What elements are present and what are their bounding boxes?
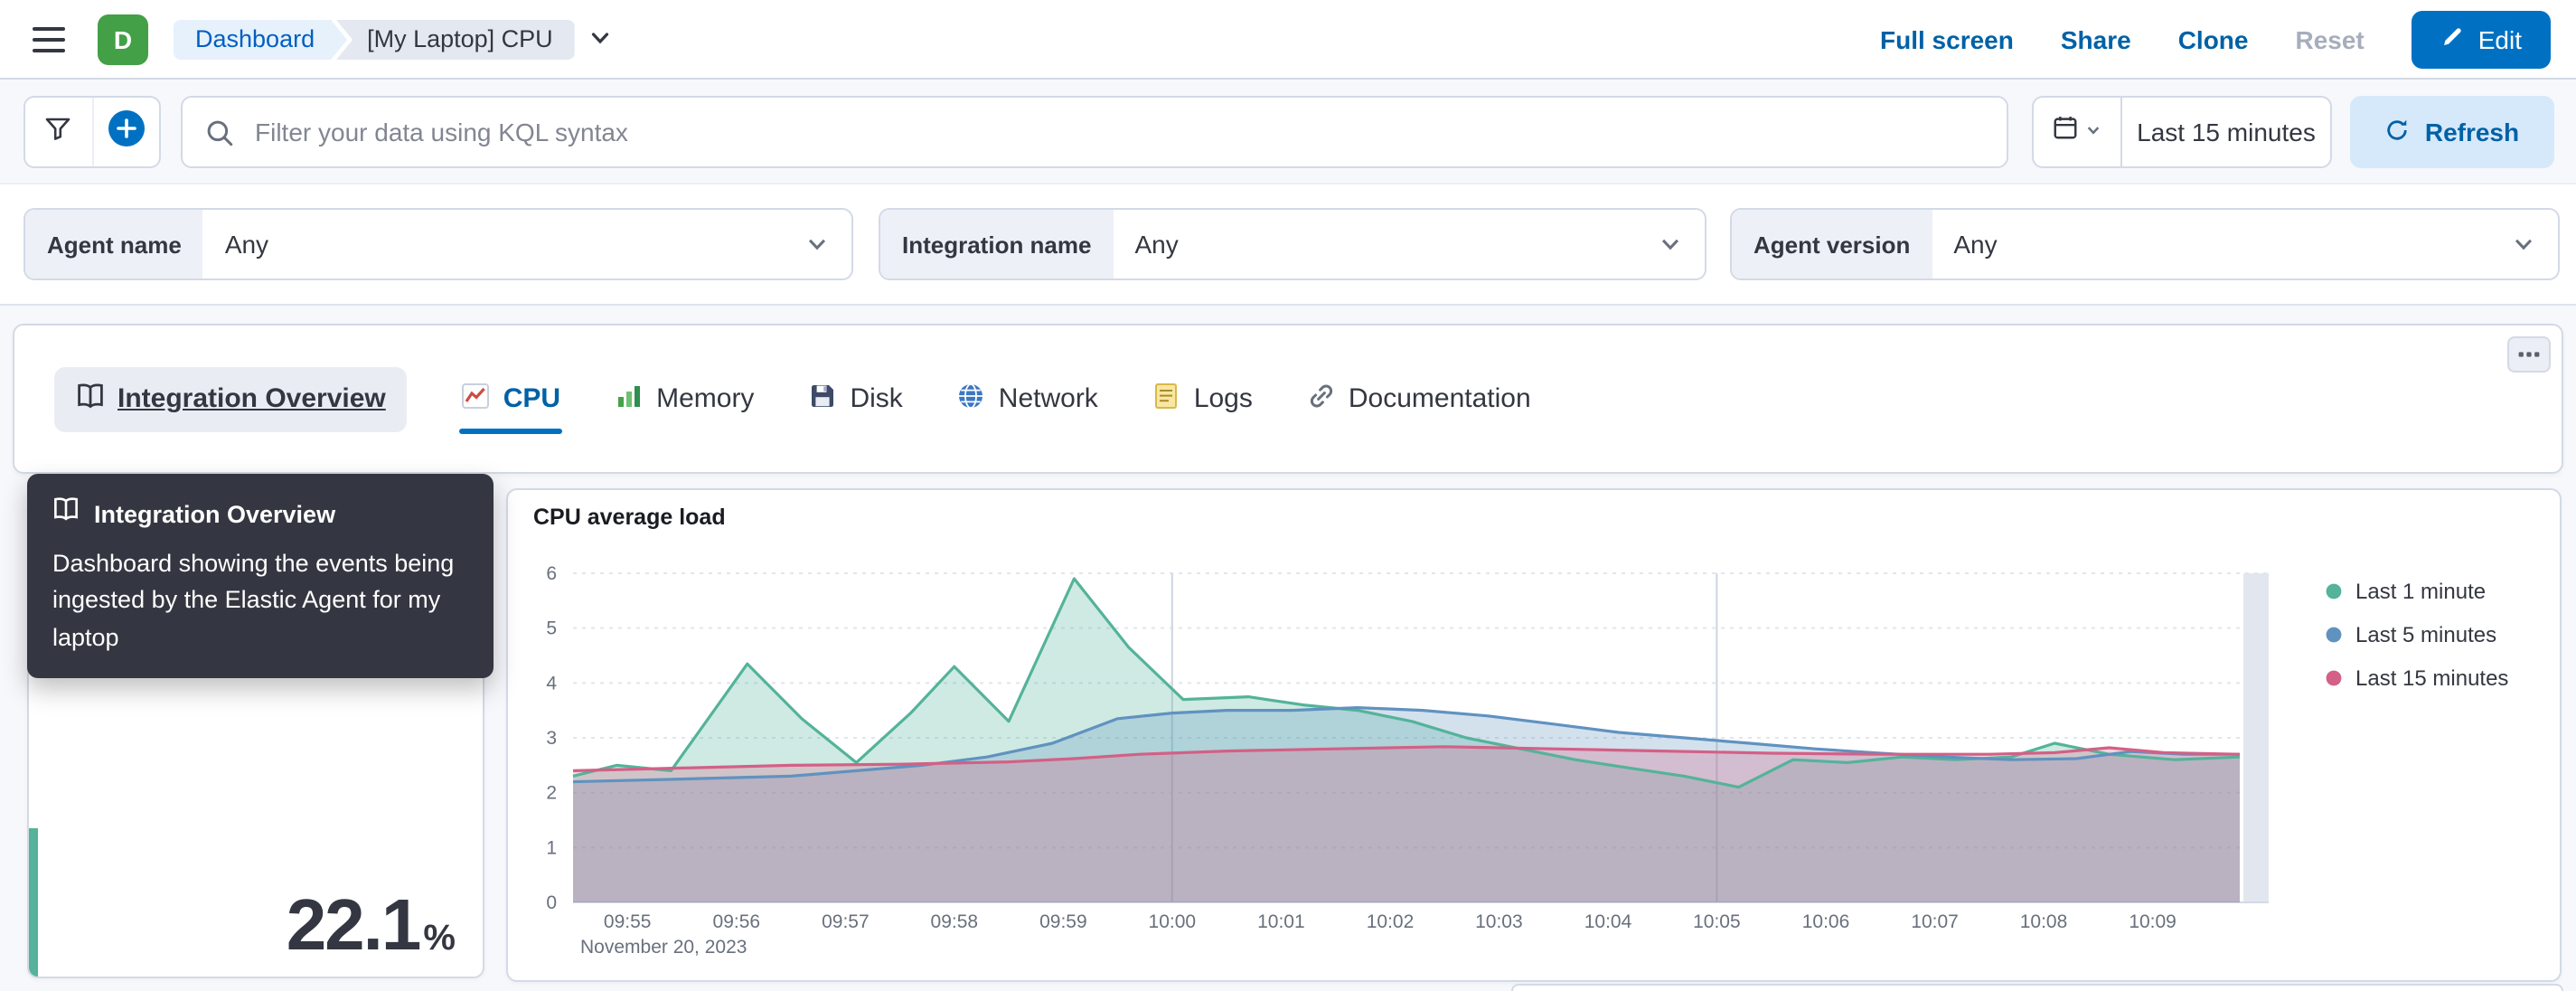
notepad-icon	[1152, 381, 1181, 417]
bar-chart-icon	[615, 381, 644, 417]
svg-text:10:03: 10:03	[1475, 911, 1523, 932]
filter-button[interactable]	[25, 98, 91, 166]
chevron-down-icon	[2511, 210, 2558, 278]
calendar-icon	[2052, 114, 2079, 150]
edit-button[interactable]: Edit	[2411, 11, 2551, 69]
svg-text:0: 0	[546, 892, 557, 913]
refresh-icon	[2385, 117, 2411, 147]
cpu-average-load-chart: 0 1 2 3 4 5 6 09:55 09:56 09:57 09:58 09:59 10:00 10:…	[546, 563, 2269, 958]
svg-text:6: 6	[546, 563, 557, 584]
legend-item[interactable]: Last 1 minute	[2325, 570, 2508, 613]
space-avatar[interactable]: D	[98, 14, 148, 65]
tab-memory[interactable]: Memory	[615, 381, 754, 417]
chevron-down-icon	[804, 210, 851, 278]
metric-value: 22.1 %	[286, 886, 456, 966]
svg-text:09:57: 09:57	[822, 911, 870, 932]
control-label: Integration name	[880, 210, 1114, 278]
plus-circle-icon	[107, 108, 146, 156]
tab-cpu[interactable]: CPU	[459, 381, 562, 433]
svg-text:10:07: 10:07	[1911, 911, 1959, 932]
refresh-button[interactable]: Refresh	[2350, 96, 2554, 168]
floppy-disk-icon	[808, 381, 837, 417]
svg-text:10:00: 10:00	[1149, 911, 1197, 932]
tab-integration-overview[interactable]: Integration Overview	[54, 366, 408, 431]
svg-text:10:06: 10:06	[1802, 911, 1850, 932]
line-chart-icon	[462, 381, 491, 417]
breadcrumb-current-dashboard[interactable]: [My Laptop] CPU	[336, 20, 575, 60]
svg-text:09:56: 09:56	[713, 911, 761, 932]
control-label: Agent name	[25, 210, 203, 278]
tooltip-title: Integration Overview	[94, 500, 336, 527]
svg-text:10:09: 10:09	[2129, 911, 2176, 932]
breadcrumb-dashboard[interactable]: Dashboard	[174, 20, 347, 60]
breadcrumb: Dashboard [My Laptop] CPU	[174, 20, 613, 60]
control-label: Agent version	[1732, 210, 1932, 278]
full-screen-link[interactable]: Full screen	[1880, 25, 2014, 54]
agent-name-select[interactable]: Any	[203, 210, 804, 278]
svg-text:09:55: 09:55	[604, 911, 652, 932]
globe-icon	[957, 381, 986, 417]
metric-accent-bar	[29, 828, 38, 977]
svg-text:5: 5	[546, 618, 557, 639]
chevron-down-icon[interactable]	[588, 24, 613, 59]
add-filter-button[interactable]	[91, 98, 159, 166]
svg-text:1: 1	[546, 837, 557, 858]
book-icon	[52, 496, 80, 532]
search-input[interactable]	[183, 98, 2007, 166]
legend-item[interactable]: Last 15 minutes	[2325, 656, 2508, 700]
svg-text:10:04: 10:04	[1584, 911, 1632, 932]
clone-link[interactable]: Clone	[2178, 25, 2249, 54]
chevron-down-icon	[2084, 116, 2102, 148]
control-agent-name: Agent name Any	[24, 208, 853, 280]
link-tooltip: Integration Overview Dashboard showing t…	[27, 474, 494, 678]
pencil-icon	[2440, 25, 2464, 54]
chart-legend: Last 1 minute Last 5 minutes Last 15 min…	[2325, 570, 2508, 700]
date-quick-select-button[interactable]	[2034, 98, 2122, 166]
tab-network[interactable]: Network	[957, 381, 1098, 417]
cpu-average-load-panel: CPU average load 0 1 2 3 4 5 6 09:55 09:56 09:57 0…	[506, 488, 2562, 982]
menu-icon[interactable]	[33, 27, 65, 52]
agent-version-select[interactable]: Any	[1932, 210, 2511, 278]
svg-text:4: 4	[546, 673, 557, 694]
share-link[interactable]: Share	[2061, 25, 2131, 54]
control-agent-version: Agent version Any	[1730, 208, 2560, 280]
svg-text:10:05: 10:05	[1693, 911, 1741, 932]
tab-documentation[interactable]: Documentation	[1307, 381, 1531, 417]
query-bar: Last 15 minutes Refresh	[0, 80, 2576, 184]
svg-text:2: 2	[546, 783, 557, 804]
panel-options-button[interactable]	[2507, 336, 2551, 373]
svg-text:09:58: 09:58	[931, 911, 979, 932]
reset-link[interactable]: Reset	[2295, 25, 2364, 54]
tab-logs[interactable]: Logs	[1152, 381, 1253, 417]
links-panel: Integration Overview CPU Memory Disk Net…	[13, 324, 2563, 474]
dashboard-controls-row: Agent name Any Integration name Any Agen…	[0, 184, 2576, 306]
top-navigation-bar: D Dashboard [My Laptop] CPU Full screen …	[0, 0, 2576, 80]
svg-text:10:08: 10:08	[2020, 911, 2068, 932]
link-icon	[1307, 381, 1336, 417]
legend-item[interactable]: Last 5 minutes	[2325, 613, 2508, 656]
boxes-horizontal-icon	[2518, 352, 2540, 357]
svg-text:November 20, 2023: November 20, 2023	[580, 937, 747, 958]
next-panel-edge	[1511, 984, 2563, 991]
tab-disk[interactable]: Disk	[808, 381, 903, 417]
funnel-icon	[44, 113, 73, 151]
control-integration-name: Integration name Any	[879, 208, 1706, 280]
time-range-display[interactable]: Last 15 minutes	[2122, 98, 2330, 166]
tooltip-body: Dashboard showing the events being inges…	[52, 550, 455, 650]
svg-text:09:59: 09:59	[1039, 911, 1087, 932]
book-icon	[76, 381, 105, 417]
chart-title: CPU average load	[533, 505, 726, 530]
svg-text:3: 3	[546, 728, 557, 749]
svg-text:10:01: 10:01	[1257, 911, 1305, 932]
integration-name-select[interactable]: Any	[1114, 210, 1659, 278]
chevron-down-icon	[1658, 210, 1705, 278]
svg-text:10:02: 10:02	[1367, 911, 1415, 932]
